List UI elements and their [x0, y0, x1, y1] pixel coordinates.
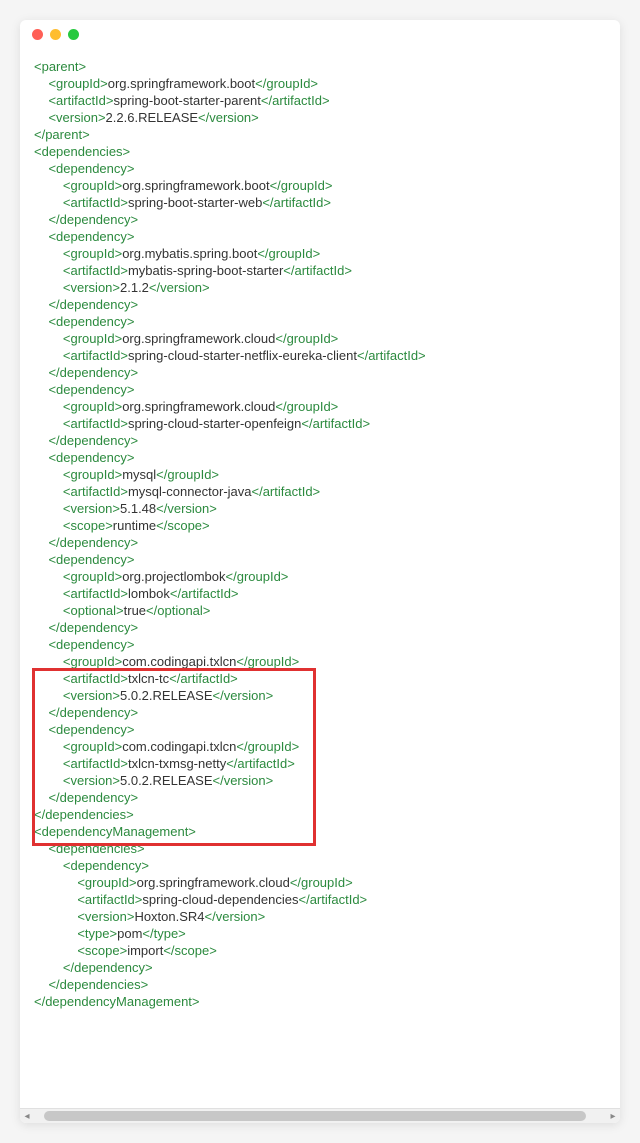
code-line: <dependency> [34, 449, 606, 466]
code-line: </dependency> [34, 364, 606, 381]
code-line: <parent> [34, 58, 606, 75]
code-line: <artifactId>spring-boot-starter-parent</… [34, 92, 606, 109]
code-line: <scope>import</scope> [34, 942, 606, 959]
window-titlebar [20, 20, 620, 48]
horizontal-scrollbar[interactable]: ◂ ▸ [20, 1108, 620, 1123]
code-line: <artifactId>mysql-connector-java</artifa… [34, 483, 606, 500]
code-line: </parent> [34, 126, 606, 143]
code-line: <groupId>mysql</groupId> [34, 466, 606, 483]
code-line: <artifactId>spring-cloud-starter-openfei… [34, 415, 606, 432]
code-line: <dependency> [34, 857, 606, 874]
code-line: <dependency> [34, 228, 606, 245]
code-line: <dependency> [34, 160, 606, 177]
code-line: </dependency> [34, 432, 606, 449]
code-line: <version>5.0.2.RELEASE</version> [34, 772, 606, 789]
code-line: <dependency> [34, 381, 606, 398]
code-line: <dependency> [34, 313, 606, 330]
minimize-icon[interactable] [50, 29, 61, 40]
code-line: <groupId>com.codingapi.txlcn</groupId> [34, 738, 606, 755]
code-line: <artifactId>txlcn-tc</artifactId> [34, 670, 606, 687]
scroll-right-icon[interactable]: ▸ [606, 1111, 620, 1122]
code-line: <groupId>com.codingapi.txlcn</groupId> [34, 653, 606, 670]
code-window: <parent> <groupId>org.springframework.bo… [20, 20, 620, 1123]
code-line: <groupId>org.springframework.boot</group… [34, 177, 606, 194]
code-line: <artifactId>txlcn-txmsg-netty</artifactI… [34, 755, 606, 772]
close-icon[interactable] [32, 29, 43, 40]
code-line: <groupId>org.springframework.boot</group… [34, 75, 606, 92]
code-line: <version>2.2.6.RELEASE</version> [34, 109, 606, 126]
code-line: </dependencies> [34, 806, 606, 823]
code-line: </dependency> [34, 534, 606, 551]
maximize-icon[interactable] [68, 29, 79, 40]
code-viewport[interactable]: <parent> <groupId>org.springframework.bo… [20, 48, 620, 1108]
code-line: <version>2.1.2</version> [34, 279, 606, 296]
code-line: </dependencies> [34, 976, 606, 993]
code-line: <artifactId>lombok</artifactId> [34, 585, 606, 602]
code-line: <version>5.1.48</version> [34, 500, 606, 517]
code-line: <optional>true</optional> [34, 602, 606, 619]
scroll-left-icon[interactable]: ◂ [20, 1111, 34, 1122]
code-line: <groupId>org.springframework.cloud</grou… [34, 398, 606, 415]
scrollbar-thumb[interactable] [44, 1111, 586, 1121]
code-line: <groupId>org.springframework.cloud</grou… [34, 330, 606, 347]
code-line: </dependency> [34, 211, 606, 228]
code-line: <artifactId>mybatis-spring-boot-starter<… [34, 262, 606, 279]
code-line: <artifactId>spring-cloud-dependencies</a… [34, 891, 606, 908]
code-line: <groupId>org.springframework.cloud</grou… [34, 874, 606, 891]
code-line: <groupId>org.mybatis.spring.boot</groupI… [34, 245, 606, 262]
code-line: </dependency> [34, 296, 606, 313]
code-line: </dependency> [34, 619, 606, 636]
code-line: <artifactId>spring-boot-starter-web</art… [34, 194, 606, 211]
code-line: </dependency> [34, 959, 606, 976]
code-line: <scope>runtime</scope> [34, 517, 606, 534]
code-line: <dependencies> [34, 143, 606, 160]
code-line: <version>Hoxton.SR4</version> [34, 908, 606, 925]
code-line: <artifactId>spring-cloud-starter-netflix… [34, 347, 606, 364]
xml-code-block: <parent> <groupId>org.springframework.bo… [20, 48, 620, 1020]
code-line: <dependency> [34, 551, 606, 568]
code-line: <version>5.0.2.RELEASE</version> [34, 687, 606, 704]
code-line: <dependencyManagement> [34, 823, 606, 840]
code-line: <dependency> [34, 636, 606, 653]
code-line: </dependency> [34, 704, 606, 721]
code-line: <type>pom</type> [34, 925, 606, 942]
code-line: </dependencyManagement> [34, 993, 606, 1010]
code-line: <dependency> [34, 721, 606, 738]
code-line: <dependencies> [34, 840, 606, 857]
code-line: </dependency> [34, 789, 606, 806]
code-line: <groupId>org.projectlombok</groupId> [34, 568, 606, 585]
